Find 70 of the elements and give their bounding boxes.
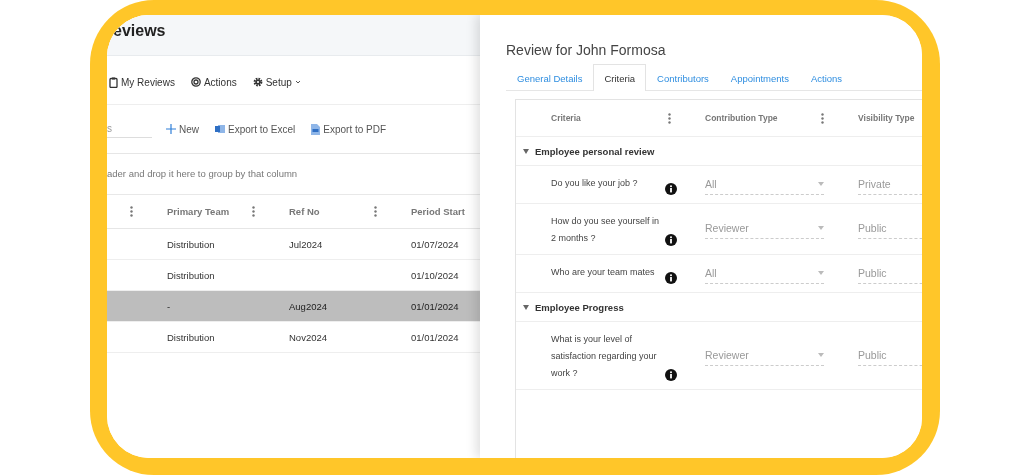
criteria-question: What is your level of satisfaction regarding your work ?: [551, 333, 658, 380]
criteria-question: Who are your team mates: [551, 266, 656, 280]
table-cell: 01/01/2024: [411, 300, 459, 312]
contribution-dropdown[interactable]: Reviewer: [705, 219, 824, 240]
group-title: Employee personal review: [535, 145, 655, 157]
tab[interactable]: Criteria: [593, 64, 647, 91]
contribution-dropdown[interactable]: All: [705, 263, 824, 284]
spreadsheet-icon: [215, 124, 225, 134]
tab[interactable]: Appointments: [719, 64, 800, 91]
drawer-title: Review for John Formosa: [506, 42, 667, 60]
table-cell: 01/07/2024: [411, 238, 459, 250]
table-cell: 01/01/2024: [411, 331, 459, 343]
group-hint: ader and drop it here to group by that column: [107, 154, 480, 195]
info-icon[interactable]: [665, 234, 677, 247]
toolbar-button[interactable]: Export to Excel: [213, 123, 298, 135]
collapse-icon[interactable]: [523, 304, 529, 310]
tab[interactable]: General Details: [506, 64, 594, 91]
table-cell: Aug2024: [289, 300, 328, 312]
caret-icon: [818, 352, 824, 357]
document-icon: [311, 123, 321, 135]
page-title: eviews: [113, 22, 166, 40]
column-header[interactable]: Period Start: [411, 206, 465, 217]
caret-icon: [818, 226, 824, 231]
column-menu-icon[interactable]: [374, 206, 377, 217]
tab[interactable]: Actions: [799, 64, 854, 91]
visibility-field[interactable]: Public: [858, 345, 922, 366]
table-row[interactable]: Distribution Jul2024 01/07/2024: [107, 229, 480, 260]
caret-icon: [294, 80, 301, 84]
table-row[interactable]: Distribution Nov2024 01/01/2024: [107, 322, 480, 353]
menu-item[interactable]: My Reviews: [107, 76, 177, 88]
table-cell: 01/10/2024: [411, 269, 459, 281]
visibility-field[interactable]: Public: [858, 263, 922, 284]
column-header[interactable]: Visibility Type: [858, 113, 915, 123]
table-cell: Distribution: [167, 331, 215, 343]
caret-icon: [818, 181, 824, 186]
contribution-dropdown[interactable]: Reviewer: [705, 345, 824, 366]
info-icon[interactable]: [665, 369, 677, 382]
column-menu-icon[interactable]: [821, 112, 824, 124]
column-menu-icon[interactable]: [130, 206, 133, 217]
settings-icon: [252, 77, 263, 87]
column-menu-icon[interactable]: [668, 112, 671, 124]
table-cell: -: [167, 300, 171, 312]
column-header[interactable]: Contribution Type: [705, 113, 778, 123]
caret-icon: [818, 270, 824, 275]
collapse-icon[interactable]: [523, 148, 529, 154]
menu-item[interactable]: Setup: [250, 76, 303, 88]
info-icon[interactable]: [665, 183, 677, 195]
group-title: Employee Progress: [535, 301, 624, 313]
clipboard-icon: [109, 76, 118, 88]
table-cell: Jul2024: [289, 238, 323, 250]
criteria-question: How do you see yourself in 2 months ?: [551, 215, 661, 245]
toolbar-button[interactable]: Export to PDF: [309, 123, 389, 135]
info-icon[interactable]: [665, 272, 677, 285]
target-icon: [190, 77, 201, 87]
tab[interactable]: Contributors: [646, 64, 720, 91]
contribution-dropdown[interactable]: All: [705, 174, 824, 195]
visibility-field[interactable]: Private: [858, 174, 922, 195]
column-header[interactable]: Primary Team: [167, 206, 230, 217]
menu-item[interactable]: Actions: [188, 76, 239, 88]
criteria-question: Do you like your job ?: [551, 177, 639, 190]
table-row[interactable]: - Aug2024 01/01/2024: [107, 291, 480, 322]
column-header[interactable]: Criteria: [551, 113, 581, 123]
toolbar-button[interactable]: New: [164, 123, 201, 135]
visibility-field[interactable]: Public: [858, 219, 922, 240]
plus-icon: [166, 124, 176, 134]
column-header[interactable]: Ref No: [289, 206, 320, 217]
column-menu-icon[interactable]: [252, 206, 255, 217]
table-cell: Distribution: [167, 269, 215, 281]
table-cell: Distribution: [167, 238, 215, 250]
table-cell: Nov2024: [289, 331, 328, 343]
